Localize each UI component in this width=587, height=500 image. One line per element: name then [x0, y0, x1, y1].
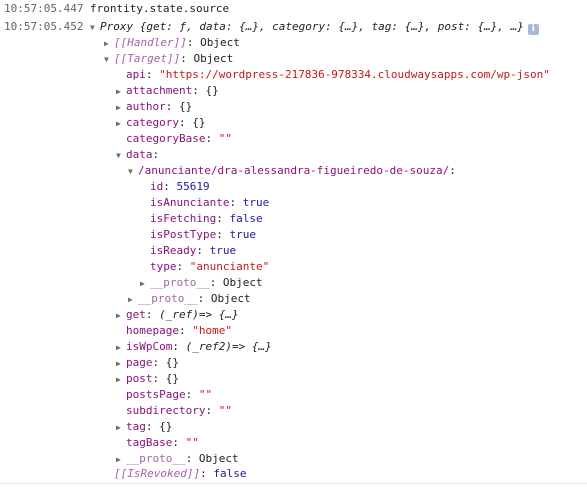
caret-right-icon[interactable]: ▶: [128, 292, 138, 307]
prop-key: [[Handler]]: [114, 36, 187, 49]
prop-value: Object: [222, 276, 263, 289]
console-divider: [0, 483, 587, 484]
prop-key: api: [126, 68, 146, 81]
caret-right-icon[interactable]: ▶: [116, 116, 126, 131]
prop-key: postsPage: [126, 388, 186, 401]
info-icon[interactable]: i: [527, 24, 539, 35]
prop-key: type: [150, 260, 177, 273]
prop-value: Object: [198, 452, 239, 465]
prop-key: isPostType: [150, 228, 217, 241]
prop-value: (_ref2)=> {…}: [185, 340, 272, 353]
caret-down-icon[interactable]: ▼: [90, 20, 100, 35]
caret-right-icon[interactable]: ▶: [116, 372, 126, 387]
prop-value: false: [229, 212, 263, 225]
prop-value: "home": [192, 324, 232, 337]
caret-right-icon[interactable]: ▶: [116, 340, 126, 355]
prop-value: {}: [165, 372, 179, 385]
caret-right-icon[interactable]: ▶: [104, 36, 114, 51]
prop-key: author: [126, 100, 166, 113]
caret-right-icon[interactable]: ▶: [116, 308, 126, 323]
caret-right-icon[interactable]: ▶: [116, 356, 126, 371]
prop-key: post: [126, 372, 153, 385]
prop-value: "": [218, 404, 232, 417]
prop-value: false: [213, 467, 247, 480]
prop-key: categoryBase: [126, 132, 206, 145]
caret-right-icon[interactable]: ▶: [116, 420, 126, 435]
prop-value: true: [209, 244, 237, 257]
log-message: frontity.state.source: [90, 2, 230, 15]
prop-value: Object: [193, 52, 234, 65]
caret-down-icon[interactable]: ▼: [104, 52, 114, 67]
object-preview: Proxy {get: ƒ, data: {…}, category: {…},…: [100, 20, 524, 33]
caret-down-icon[interactable]: ▼: [116, 148, 126, 163]
object-preview-expander[interactable]: ▼ Proxy {get: ƒ, data: {…}, category: {…}…: [90, 19, 539, 35]
prop-value: {}: [179, 100, 193, 113]
prop-key: [[Target]]: [114, 52, 181, 65]
caret-right-icon[interactable]: ▶: [140, 276, 150, 291]
caret-right-icon[interactable]: ▶: [116, 84, 126, 99]
prop-key: data: [126, 148, 153, 161]
prop-key: tag: [126, 420, 146, 433]
prop-key: __proto__: [138, 292, 198, 305]
prop-key: subdirectory: [126, 404, 206, 417]
prop-key: tagBase: [126, 436, 173, 449]
prop-key: isAnunciante: [150, 196, 230, 209]
caret-right-icon[interactable]: ▶: [116, 452, 126, 467]
prop-value: Object: [210, 292, 251, 305]
prop-key: id: [150, 180, 164, 193]
prop-key: __proto__: [126, 452, 186, 465]
prop-value: {}: [205, 84, 219, 97]
prop-key: homepage: [126, 324, 179, 337]
prop-key: isFetching: [150, 212, 217, 225]
prop-value: "": [185, 436, 199, 449]
prop-value: (_ref)=> {…}: [159, 308, 239, 321]
prop-value: 55619: [176, 180, 210, 193]
prop-value: "": [198, 388, 213, 401]
prop-key: isWpCom: [126, 340, 173, 353]
prop-key: page: [126, 356, 153, 369]
caret-right-icon[interactable]: ▶: [116, 100, 126, 115]
prop-value: Object: [200, 36, 240, 49]
prop-key: /anunciante/dra-alessandra-figueiredo-de…: [138, 164, 450, 177]
prop-value: true: [229, 228, 256, 241]
prop-value: "anunciante": [189, 260, 270, 273]
prop-key: [[IsRevoked]]: [114, 467, 201, 480]
prop-value: "https://wordpress-217836-978334.cloudwa…: [159, 68, 550, 81]
prop-value: true: [242, 196, 270, 209]
log-timestamp: 10:57:05.447: [4, 2, 84, 15]
log-timestamp: 10:57:05.452: [4, 20, 84, 33]
prop-key: get: [126, 308, 146, 321]
caret-down-icon[interactable]: ▼: [128, 164, 138, 179]
prop-value: {}: [192, 116, 206, 129]
prop-key: category: [126, 116, 179, 129]
prop-key: isReady: [150, 244, 197, 257]
prop-key: __proto__: [150, 276, 210, 289]
prop-key: attachment: [126, 84, 193, 97]
prop-value: {}: [165, 356, 179, 369]
prop-value: "": [218, 132, 232, 145]
prop-value: {}: [159, 420, 173, 433]
